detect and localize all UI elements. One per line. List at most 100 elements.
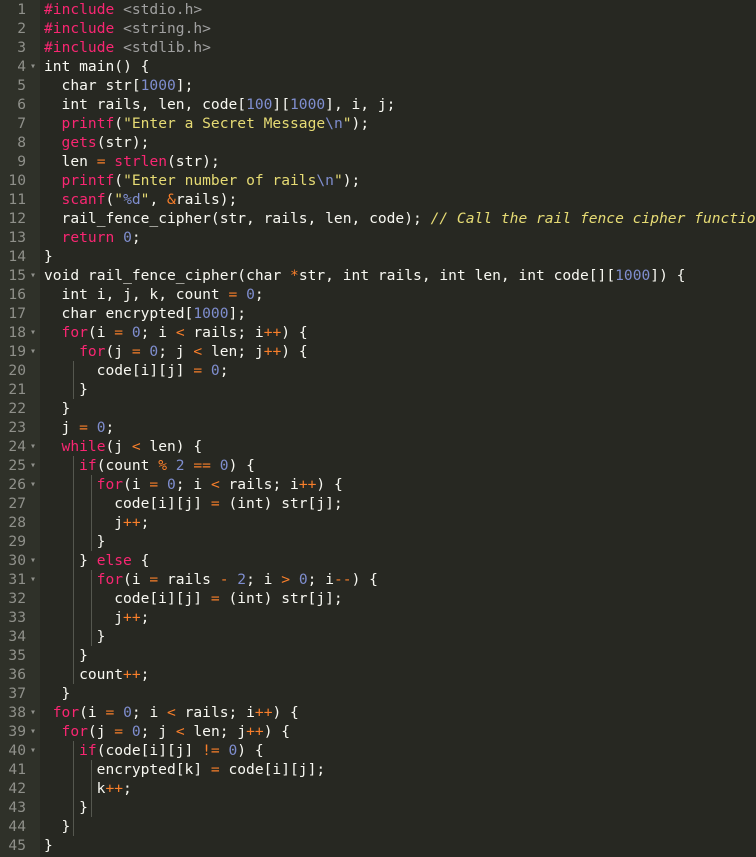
code-line[interactable]: 39 ▾ for(j = 0; j < len; j++) { [0, 722, 756, 741]
code-line[interactable]: 45} [0, 836, 756, 855]
line-number: 3 [17, 39, 26, 56]
fold-arrow-icon[interactable]: ▾ [28, 437, 38, 456]
code-token: ; i [140, 324, 176, 341]
code-line[interactable]: 32 code[i][j] = (int) str[j]; [0, 589, 756, 608]
fold-arrow-icon[interactable]: ▾ [28, 475, 38, 494]
code-token: 0 [166, 476, 176, 493]
line-number: 23 [8, 419, 26, 436]
code-line[interactable]: 6 int rails, len, code[100][1000], i, j; [0, 95, 756, 114]
code-line[interactable]: 42 k++; [0, 779, 756, 798]
code-token: for [96, 571, 124, 588]
fold-arrow-icon[interactable]: ▾ [28, 722, 38, 741]
code-line[interactable]: 4 ▾ int main() { [0, 57, 756, 76]
fold-arrow-icon[interactable]: ▾ [28, 551, 38, 570]
code-token: ); [351, 115, 370, 132]
code-line[interactable]: 25 ▾ if(count % 2 == 0) { [0, 456, 756, 475]
code-line[interactable]: 20 code[i][j] = 0; [0, 361, 756, 380]
code-token: count [79, 666, 124, 683]
code-line[interactable]: 7 printf("Enter a Secret Message\n"); [0, 114, 756, 133]
code-line[interactable]: 29} [0, 532, 756, 551]
fold-arrow-icon[interactable]: ▾ [28, 342, 38, 361]
code-line[interactable]: 35} [0, 646, 756, 665]
fold-arrow-icon[interactable]: ▾ [28, 57, 38, 76]
code-line[interactable]: 19 ▾ for(j = 0; j < len; j++) { [0, 342, 756, 361]
code-line[interactable]: 27 code[i][j] = (int) str[j]; [0, 494, 756, 513]
code-token: rails; i [184, 324, 264, 341]
code-token: < [167, 704, 176, 721]
code-line[interactable]: 22} [0, 399, 756, 418]
code-line[interactable]: 21} [0, 380, 756, 399]
code-line[interactable]: 23 j = 0; [0, 418, 756, 437]
code-text: while(j < len) { [62, 437, 203, 456]
code-token: encrypted[k] [96, 761, 211, 778]
code-line[interactable]: 36 count++; [0, 665, 756, 684]
code-token: 0 [228, 742, 238, 759]
code-token: ++ [263, 324, 282, 341]
code-token: (j [105, 438, 132, 455]
code-line[interactable]: 1 #include <stdio.h> [0, 0, 756, 19]
code-text: encrypted[k] = code[i][j]; [97, 760, 325, 779]
code-line[interactable]: 12 rail_fence_cipher(str, rails, len, cod… [0, 209, 756, 228]
code-line[interactable]: 10 printf("Enter number of rails\n"); [0, 171, 756, 190]
code-line[interactable]: 5 char str[1000]; [0, 76, 756, 95]
code-line[interactable]: 15 ▾ void rail_fence_cipher(char *str, int… [0, 266, 756, 285]
code-line[interactable]: 13 return 0; [0, 228, 756, 247]
code-line[interactable]: 18 ▾ for(i = 0; i < rails; i++) { [0, 323, 756, 342]
line-number: 29 [8, 533, 26, 550]
code-token: ][ [272, 96, 290, 113]
code-line[interactable]: 24 ▾ while(j < len) { [0, 437, 756, 456]
fold-arrow-icon[interactable]: ▾ [28, 741, 38, 760]
code-line[interactable]: 8 gets(str); [0, 133, 756, 152]
code-line[interactable]: 11 scanf("%d", &rails); [0, 190, 756, 209]
code-line[interactable]: 9 len = strlen(str); [0, 152, 756, 171]
code-token: = [210, 761, 220, 778]
code-line[interactable]: 2 #include <string.h> [0, 19, 756, 38]
fold-arrow-icon[interactable]: ▾ [28, 266, 38, 285]
code-text: j++; [114, 608, 149, 627]
code-line[interactable]: 14} [0, 247, 756, 266]
code-line[interactable]: 41 encrypted[k] = code[i][j]; [0, 760, 756, 779]
code-line[interactable]: 40 ▾ if(code[i][j] != 0) { [0, 741, 756, 760]
code-text: count++; [79, 665, 149, 684]
code-text: code[i][j] = (int) str[j]; [114, 494, 342, 513]
code-line[interactable]: 38 ▾ for(i = 0; i < rails; i++) { [0, 703, 756, 722]
code-token: " [333, 172, 343, 189]
code-token: { [131, 552, 150, 569]
code-text: for(i = 0; i < rails; i++) { [53, 703, 299, 722]
code-line[interactable]: 37} [0, 684, 756, 703]
code-token: for [79, 343, 106, 360]
code-token: ; j [140, 723, 176, 740]
code-token: < [193, 343, 203, 360]
code-token: 2 [175, 457, 185, 474]
code-line[interactable]: 3 #include <stdlib.h> [0, 38, 756, 57]
code-line[interactable]: 31 ▾ for(i = rails - 2; i > 0; i--) { [0, 570, 756, 589]
fold-arrow-icon[interactable]: ▾ [28, 456, 38, 475]
code-token: else [96, 552, 132, 569]
code-token: str, int rails, int len, int code[][ [298, 267, 616, 284]
fold-arrow-icon[interactable]: ▾ [28, 323, 38, 342]
code-token: & [167, 191, 176, 208]
code-line[interactable]: 16 int i, j, k, count = 0; [0, 285, 756, 304]
code-token: ; [131, 229, 141, 246]
code-token: 0 [298, 571, 308, 588]
code-token: = [114, 324, 124, 341]
code-line[interactable]: 44} [0, 817, 756, 836]
line-number: 39 [8, 723, 26, 740]
code-line[interactable]: 17 char encrypted[1000]; [0, 304, 756, 323]
fold-arrow-icon[interactable]: ▾ [28, 570, 38, 589]
line-number: 45 [8, 837, 26, 854]
code-line[interactable]: 43} [0, 798, 756, 817]
code-line[interactable]: 26 ▾ for(i = 0; i < rails; i++) { [0, 475, 756, 494]
fold-arrow-icon[interactable]: ▾ [28, 703, 38, 722]
code-line[interactable]: 34} [0, 627, 756, 646]
code-editor[interactable]: 1 #include <stdio.h> 2 #include <string.h> 3… [0, 0, 756, 857]
code-line[interactable]: 33 j++; [0, 608, 756, 627]
code-token: rails); [175, 191, 238, 208]
code-token: 100 [246, 96, 273, 113]
code-token: code[i][j]; [219, 761, 326, 778]
code-line[interactable]: 30 ▾} else { [0, 551, 756, 570]
code-line[interactable]: 28 j++; [0, 513, 756, 532]
